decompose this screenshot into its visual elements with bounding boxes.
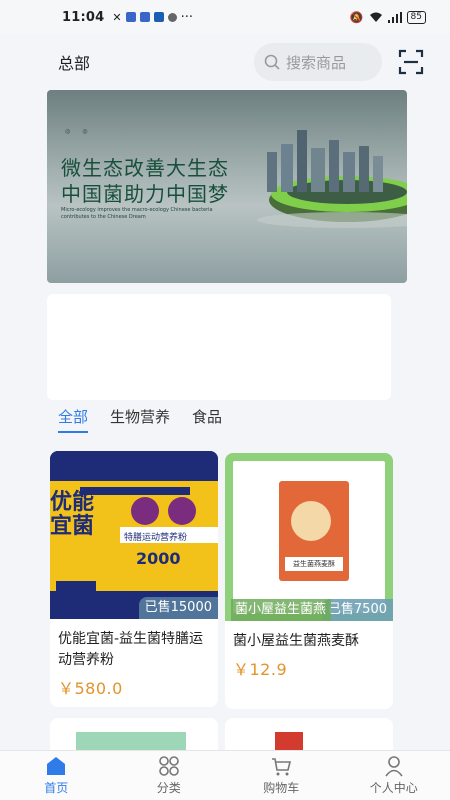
wifi-icon [369, 12, 382, 22]
tab-bio-nutrition[interactable]: 生物营养 [110, 406, 170, 433]
nav-profile[interactable]: 个人中心 [354, 755, 434, 796]
header: 总部 搜索商品 [0, 34, 450, 90]
banner-logos: ◎ ◎ [65, 128, 88, 135]
user-icon [385, 756, 403, 777]
signal-icon [387, 11, 402, 23]
nav-label: 个人中心 [369, 781, 418, 795]
tab-all[interactable]: 全部 [58, 406, 89, 433]
product-image-text: 优能宜菌 [50, 490, 95, 539]
scan-button[interactable] [396, 47, 426, 77]
search-input[interactable]: 搜索商品 [254, 43, 382, 81]
package-label: 益生菌燕麦酥 [293, 560, 335, 568]
product-image: 优能宜菌 2000 特膳运动营养粉 已售15000 [50, 451, 218, 619]
status-time: 11:04 [62, 9, 105, 25]
status-bar: 11:04 ✕ ··· 🔕 85 [0, 0, 450, 34]
cart-icon [272, 758, 292, 776]
bottom-navigation: 首页 分类 购物车 个人中心 [0, 750, 450, 800]
nav-category[interactable]: 分类 [129, 755, 209, 796]
home-icon [47, 757, 66, 775]
search-icon [264, 54, 280, 70]
status-right: 🔕 85 [349, 10, 426, 24]
search-placeholder: 搜索商品 [286, 53, 347, 72]
notification-icons: ✕ ··· [112, 10, 193, 25]
nav-home[interactable]: 首页 [16, 755, 96, 796]
product-image: 益生菌燕麦酥 已售7500 菌小屋益生菌燕 [225, 453, 393, 621]
banner-slogan-1: 微生态改善大生态 [61, 156, 229, 180]
mute-icon: ✕ [112, 10, 122, 24]
more-notifications-icon: ··· [180, 9, 194, 25]
nav-cart[interactable]: 购物车 [241, 755, 321, 796]
banner-subtitle: Micro-ecology improves the macro-ecology… [61, 207, 213, 220]
app-notification-icon [153, 12, 164, 22]
product-card[interactable]: 益生菌燕麦酥 已售7500 菌小屋益生菌燕 菌小屋益生菌燕麦酥 ￥12.9 [225, 453, 393, 709]
location-selector[interactable]: 总部 [58, 50, 90, 74]
image-overlay-text: 菌小屋益生菌燕 [231, 599, 331, 621]
product-name: 优能宜菌-益生菌特膳运动营养粉 [58, 631, 204, 668]
product-price: ￥12.9 [233, 660, 288, 679]
silent-icon: 🔕 [349, 10, 364, 24]
nav-label: 分类 [156, 781, 181, 795]
category-icon [158, 756, 179, 776]
battery-icon: 85 [406, 10, 426, 24]
banner-slogan-2: 中国菌助力中国梦 [61, 182, 229, 206]
app-notification-icon [167, 12, 177, 22]
app-notification-icon [125, 12, 136, 22]
sold-count-badge: 已售15000 [138, 597, 218, 619]
nav-label: 首页 [44, 781, 69, 795]
product-image-text: 2000 [136, 549, 181, 568]
product-price: ￥580.0 [58, 679, 123, 698]
product-name: 菌小屋益生菌燕麦酥 [233, 633, 359, 649]
nav-label: 购物车 [263, 781, 300, 795]
placeholder-panel [47, 294, 391, 400]
product-card[interactable]: 优能宜菌 2000 特膳运动营养粉 已售15000 优能宜菌-益生菌特膳运动营养… [50, 451, 218, 707]
promo-banner[interactable]: ◎ ◎ 微生态改善大生态 中国菌助力中国梦 Micro-ecology impro… [47, 90, 407, 283]
tab-food[interactable]: 食品 [192, 406, 222, 433]
product-image-art [279, 481, 349, 581]
app-notification-icon [139, 12, 150, 22]
product-image-text: 特膳运动营养粉 [124, 533, 188, 543]
category-tabs: 全部 生物营养 食品 [58, 406, 222, 433]
sold-count-badge: 已售7500 [321, 599, 393, 621]
scan-icon [398, 49, 424, 75]
